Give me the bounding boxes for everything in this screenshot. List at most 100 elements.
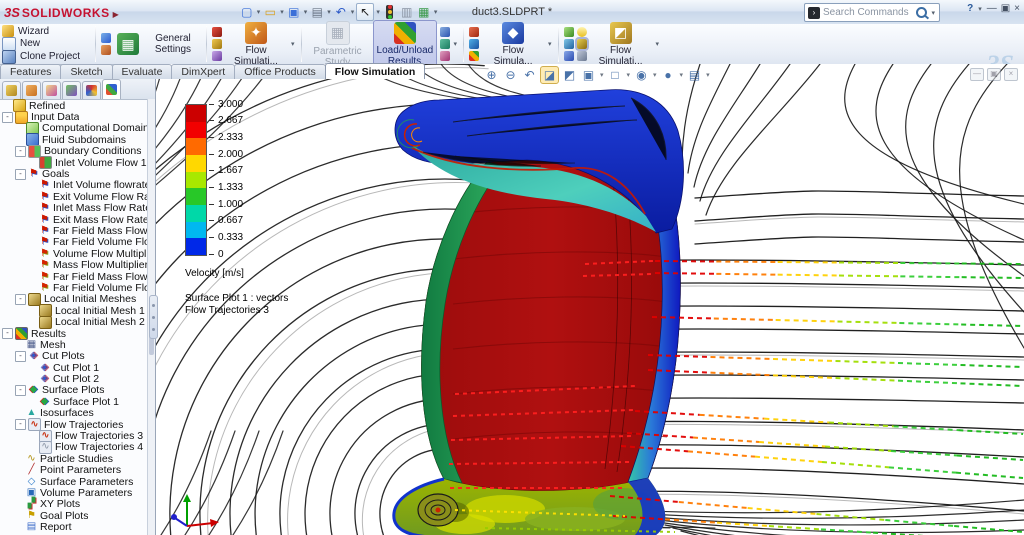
flags-tool-icon[interactable] (564, 39, 574, 49)
menu-flyout-icon[interactable]: ▶ (113, 10, 119, 19)
tree-item[interactable]: -Cut Plots (0, 351, 148, 362)
parametric-study-button[interactable]: ▦ Parametric Study (307, 20, 369, 69)
save-icon-caret[interactable]: ▾ (304, 8, 308, 16)
save-icon[interactable]: ▣ (286, 4, 302, 20)
edit-appearance-icon[interactable]: ● (660, 67, 677, 83)
tree-item[interactable]: -Local Initial Meshes (0, 294, 148, 305)
apply-scene-icon[interactable]: ▤ (686, 67, 703, 83)
undo-icon-caret[interactable]: ▾ (351, 8, 355, 16)
section-view-icon[interactable]: ◪ (540, 66, 559, 84)
view-settings-icon[interactable]: ◩ (561, 67, 578, 83)
results-tool-3-icon[interactable] (440, 51, 450, 61)
tree-item[interactable]: Mesh (0, 339, 148, 350)
units-icon[interactable] (101, 45, 111, 55)
expand-toggle[interactable]: - (15, 419, 26, 430)
surface-plot-tool-icon[interactable] (469, 39, 479, 49)
tree-item[interactable]: Mass Flow Multiplier (0, 259, 148, 270)
featuremanager-tab-tab[interactable] (2, 81, 21, 99)
tree-item[interactable]: -Boundary Conditions (0, 146, 148, 157)
tree-item[interactable]: XY Plots (0, 499, 148, 510)
tree-item[interactable]: Computational Domain (0, 123, 148, 134)
tab-features[interactable]: Features (0, 64, 61, 79)
tree-item[interactable]: Point Parameters (0, 465, 148, 476)
open-file-icon-caret[interactable]: ▾ (280, 8, 284, 16)
flow-simulation-tab-tab[interactable] (102, 79, 121, 99)
tree-item[interactable]: Isosurfaces (0, 408, 148, 419)
open-file-icon[interactable]: ▭ (262, 4, 278, 20)
undo-icon[interactable]: ↶ (333, 4, 349, 20)
view-orientation-icon-caret[interactable]: ▾ (600, 71, 604, 79)
results-tool-1-icon[interactable] (440, 27, 450, 37)
view-orientation-icon[interactable]: ▣ (580, 67, 597, 83)
results-caret-icon[interactable]: ▾ (454, 40, 458, 48)
tree-item[interactable]: Far Field Volume Flow (0, 237, 148, 248)
tree-item[interactable]: Surface Parameters (0, 476, 148, 487)
flow-results-caret-icon[interactable]: ▾ (548, 40, 552, 48)
hide-show-items-icon-caret[interactable]: ▾ (653, 71, 657, 79)
tree-item[interactable]: -Results (0, 328, 148, 339)
search-commands-box[interactable]: › Search Commands ▾ (804, 3, 940, 22)
expand-toggle[interactable]: - (15, 146, 26, 157)
rebuild-traffic-light-icon[interactable] (382, 4, 398, 20)
tab-evaluate[interactable]: Evaluate (112, 64, 173, 79)
expand-toggle[interactable]: - (2, 112, 13, 123)
tree-item[interactable]: Goal Plots (0, 510, 148, 521)
lightbulb-icon[interactable] (577, 27, 587, 37)
file-properties-icon-caret[interactable]: ▾ (434, 8, 438, 16)
viewport-close-icon[interactable]: × (1004, 68, 1018, 81)
expand-toggle[interactable]: - (15, 169, 26, 180)
tree-item[interactable]: -Goals (0, 168, 148, 179)
viewport-minimize-icon[interactable]: — (970, 68, 984, 81)
flow-display-button[interactable]: ◩ Flow Simulati... (590, 21, 652, 68)
configurationmanager-tab-tab[interactable] (42, 81, 61, 99)
tree-item[interactable]: Flow Trajectories 4 (0, 442, 148, 453)
expand-toggle[interactable]: - (15, 351, 26, 362)
goggles-icon[interactable] (577, 51, 587, 61)
select-icon-caret[interactable]: ▾ (376, 8, 380, 16)
tab-flow-simulation[interactable]: Flow Simulation (325, 63, 426, 79)
restore-icon[interactable]: ▣ (1001, 4, 1010, 14)
tree-item[interactable]: Flow Trajectories 3 (0, 430, 148, 441)
tree-item[interactable]: Cut Plot 1 (0, 362, 148, 373)
help-caret-icon[interactable]: ▾ (978, 5, 982, 13)
expand-toggle[interactable]: - (2, 328, 13, 339)
search-input[interactable]: Search Commands (823, 7, 913, 18)
mesh-tool-icon[interactable] (212, 39, 222, 49)
clone-project-button[interactable]: ​ Clone Project (2, 51, 90, 63)
hide-show-items-icon[interactable]: ◉ (633, 67, 650, 83)
flow-simulation-tools-button[interactable]: ✦ Flow Simulati... (225, 21, 287, 68)
expand-toggle[interactable]: - (15, 294, 26, 305)
isosurface-tool-icon[interactable] (469, 51, 479, 61)
print-icon[interactable]: ▤ (309, 4, 325, 20)
propertymanager-tab-tab[interactable] (22, 81, 41, 99)
surface-display-icon[interactable] (577, 39, 587, 49)
new-file-icon-caret[interactable]: ▾ (257, 8, 261, 16)
new-project-button[interactable]: ​ New (2, 38, 90, 50)
results-tool-2-icon[interactable] (440, 39, 450, 49)
tree-item[interactable]: Particle Studies (0, 453, 148, 464)
minimize-icon[interactable]: — (987, 4, 997, 14)
search-magnifier-icon[interactable] (916, 7, 927, 18)
wizard-button[interactable]: ​ Wizard (2, 25, 90, 37)
tree-item[interactable]: Inlet Mass Flow Rate (0, 203, 148, 214)
apply-scene-icon-caret[interactable]: ▾ (706, 71, 710, 79)
flow-tools-caret-icon[interactable]: ▾ (291, 40, 295, 48)
tree-item[interactable]: Far Field Mass Flow Rat (0, 225, 148, 236)
viewport-restore-icon[interactable]: ▣ (987, 68, 1001, 81)
tree-item[interactable]: Local Initial Mesh 1 (0, 305, 148, 316)
xy-plot-tool-icon[interactable] (564, 27, 574, 37)
word-report-tool-icon[interactable] (564, 51, 574, 61)
tree-item[interactable]: Far Field Volume Flow N (0, 282, 148, 293)
tree-item[interactable]: Exit Mass Flow Rate (0, 214, 148, 225)
tree-item[interactable]: Volume Parameters (0, 487, 148, 498)
close-icon[interactable]: × (1014, 4, 1020, 14)
tree-item[interactable]: Refined (0, 100, 148, 111)
panel-splitter-handle[interactable] (149, 295, 158, 339)
file-properties-icon[interactable]: ▦ (416, 4, 432, 20)
new-file-icon[interactable]: ▢ (239, 4, 255, 20)
options-icon[interactable]: ▥ (399, 4, 415, 20)
cut-plot-tool-icon[interactable] (469, 27, 479, 37)
component-control-icon[interactable] (101, 33, 111, 43)
tree-item[interactable]: -Surface Plots (0, 385, 148, 396)
help-icon[interactable]: ? (967, 4, 973, 14)
